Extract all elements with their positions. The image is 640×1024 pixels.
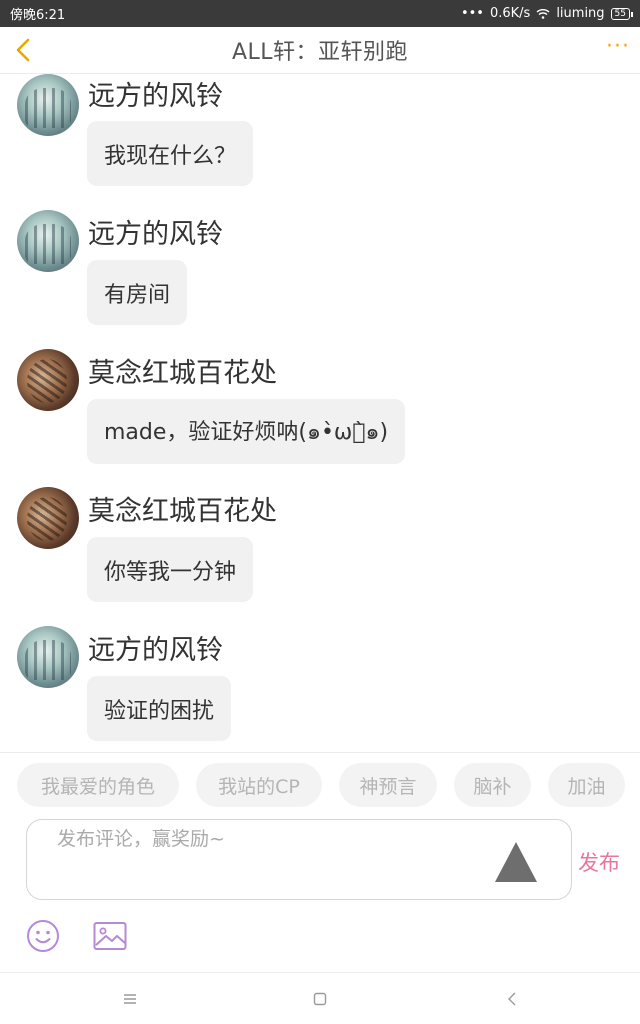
comment-box xyxy=(26,819,572,900)
smiley-icon xyxy=(27,920,59,952)
home-button[interactable] xyxy=(308,987,332,1011)
avatar[interactable] xyxy=(17,626,79,688)
avatar[interactable] xyxy=(17,74,79,136)
quick-tag[interactable]: 我站的CP xyxy=(196,763,322,807)
system-nav-bar xyxy=(0,972,640,1024)
status-bar: 傍晚6:21 ••• 0.6K/s liuming 55 xyxy=(0,0,640,27)
message-bubble[interactable]: 验证的困扰 xyxy=(87,676,232,741)
status-indicators: ••• 0.6K/s liuming 55 xyxy=(460,6,634,21)
message-bubble[interactable]: 你等我一分钟 xyxy=(87,537,254,602)
image-icon xyxy=(93,922,127,950)
message-username[interactable]: 远方的风铃 xyxy=(88,212,223,251)
message-username[interactable]: 莫念红城百花处 xyxy=(88,351,277,390)
home-square-icon xyxy=(313,992,327,1006)
quick-tags-bar: 我最爱的角色 我站的CP 神预言 脑补 加油 xyxy=(0,752,640,816)
quick-tag[interactable]: 加油 xyxy=(548,763,625,807)
status-dots: ••• xyxy=(460,6,484,21)
quick-tag[interactable]: 我最爱的角色 xyxy=(17,763,179,807)
chevron-left-icon xyxy=(16,38,30,62)
message-username[interactable]: 远方的风铃 xyxy=(88,74,223,113)
nav-bar: ALL轩：亚轩别跑 ··· xyxy=(0,27,640,74)
menu-button[interactable] xyxy=(118,987,142,1011)
more-options-button[interactable]: ··· xyxy=(606,36,630,58)
chevron-left-icon xyxy=(508,992,516,1006)
avatar[interactable] xyxy=(17,210,79,272)
image-button[interactable] xyxy=(93,921,127,951)
message-bubble[interactable]: 有房间 xyxy=(87,260,188,325)
battery-icon: 55 xyxy=(610,7,634,20)
quick-tag[interactable]: 神预言 xyxy=(339,763,437,807)
quick-tag[interactable]: 脑补 xyxy=(454,763,531,807)
net-speed: 0.6K/s xyxy=(489,6,531,21)
page-title: ALL轩：亚轩别跑 xyxy=(231,40,409,65)
avatar[interactable] xyxy=(17,349,79,411)
emoji-button[interactable] xyxy=(26,919,60,953)
message-bubble[interactable]: 我现在什么？ xyxy=(87,121,254,186)
system-back-button[interactable] xyxy=(500,987,524,1011)
publish-button[interactable]: 发布 xyxy=(578,847,620,877)
status-time: 傍晚6:21 xyxy=(10,8,66,23)
message-username[interactable]: 莫念红城百花处 xyxy=(88,489,277,528)
comment-input[interactable] xyxy=(57,828,477,850)
wifi-icon xyxy=(536,9,550,19)
send-triangle-icon[interactable] xyxy=(495,842,537,882)
message-bubble[interactable]: made，验证好烦呐(๑•̀ωก̀๑) xyxy=(87,399,406,464)
message-username[interactable]: 远方的风铃 xyxy=(88,628,223,667)
menu-icon xyxy=(124,994,136,1004)
carrier-name: liuming xyxy=(556,6,605,21)
chat-message-list[interactable]: 远方的风铃 我现在什么？ 远方的风铃 有房间 莫念红城百花处 made，验证好烦… xyxy=(0,74,640,752)
avatar[interactable] xyxy=(17,487,79,549)
back-button[interactable] xyxy=(6,33,40,67)
